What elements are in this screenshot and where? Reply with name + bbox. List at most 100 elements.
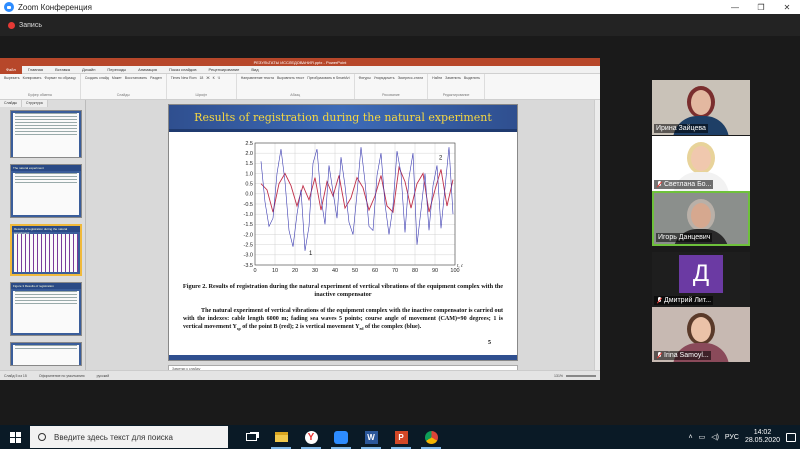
participant-name-text: Дмитрий Лит...: [664, 297, 712, 304]
maximize-button[interactable]: ❐: [748, 3, 774, 12]
file-explorer-taskbar-button[interactable]: [266, 425, 296, 449]
thumb-tab-outline[interactable]: Структура: [22, 100, 48, 107]
clock[interactable]: 14:02 28.05.2020: [745, 429, 780, 446]
ribbon-command[interactable]: Найти: [432, 76, 442, 80]
task-view-icon: [245, 433, 257, 441]
network-icon[interactable]: ▭: [699, 433, 706, 441]
mic-muted-icon: [656, 297, 662, 304]
ribbon-group-label: Абзац: [290, 93, 301, 97]
ribbon-command[interactable]: Ж: [206, 76, 209, 80]
ribbon-command[interactable]: Преобразовать в SmartArt: [307, 76, 349, 80]
x-tick-label: 70: [392, 268, 398, 274]
y-tick-label: 2.0: [245, 151, 253, 157]
ribbon-command[interactable]: Экспресс-стили: [398, 76, 424, 80]
ppt-ribbon: Вырезать Копировать Формат по образцу Буфер…: [0, 74, 600, 100]
participant-name: Дмитрий Лит...: [654, 296, 714, 305]
volume-icon[interactable]: ◁): [711, 433, 719, 441]
notifications-icon[interactable]: [786, 432, 796, 442]
zoom-taskbar-button[interactable]: [326, 425, 356, 449]
status-slide-count: Слайд 5 из 15: [4, 373, 27, 378]
ribbon-command[interactable]: Заменить: [445, 76, 461, 80]
participant-tile[interactable]: Д Дмитрий Лит...: [652, 252, 750, 307]
tray-chevron-icon[interactable]: ˄: [688, 434, 692, 441]
current-slide[interactable]: Results of registration during the natur…: [168, 104, 518, 361]
clock-date: 28.05.2020: [744, 437, 780, 444]
taskbar-search[interactable]: Введите здесь текст для поиска: [30, 426, 228, 448]
slide-thumbnail[interactable]: [10, 110, 82, 158]
ribbon-command[interactable]: Фигуры: [359, 76, 371, 80]
windows-logo-icon: [9, 431, 21, 443]
recording-label[interactable]: Запись: [19, 22, 42, 29]
ribbon-command[interactable]: 18: [199, 76, 203, 80]
file-explorer-icon: [274, 432, 288, 442]
y-tick-label: -0.5: [244, 202, 253, 208]
series-line: [260, 165, 454, 214]
y-tick-label: 0.5: [245, 181, 253, 187]
ribbon-command[interactable]: Создать слайд: [85, 76, 109, 80]
start-button[interactable]: [0, 425, 30, 449]
ribbon-command[interactable]: Копировать: [23, 76, 42, 80]
tab-file[interactable]: Файл: [0, 65, 22, 74]
ppt-statusbar: Слайд 5 из 15 Оформление по умолчанию ру…: [0, 370, 600, 380]
ppt-titlebar: РЕЗУЛЬТАТЫ ИССЛЕДОВАНИЯ.pptx - PowerPoin…: [0, 58, 600, 66]
slide-thumbnail[interactable]: [10, 342, 82, 366]
tab-animation[interactable]: Анимация: [132, 67, 163, 72]
participant-name-text: Светлана Бо...: [664, 181, 712, 188]
ribbon-command[interactable]: Формат по образцу: [44, 76, 75, 80]
ribbon-command[interactable]: Раздел: [150, 76, 162, 80]
ribbon-command[interactable]: Выделить: [464, 76, 480, 80]
tab-transitions[interactable]: Переходы: [101, 67, 132, 72]
ribbon-command[interactable]: Восстановить: [125, 76, 147, 80]
tab-slideshow[interactable]: Показ слайдов: [163, 67, 203, 72]
chrome-taskbar-button[interactable]: [416, 425, 446, 449]
ribbon-command[interactable]: Вырезать: [4, 76, 20, 80]
x-tick-label: 0: [253, 268, 256, 274]
tab-view[interactable]: Вид: [245, 67, 264, 72]
tab-design[interactable]: Дизайн: [76, 67, 101, 72]
slide-thumbnail-selected[interactable]: Results of registration during the natur…: [10, 224, 82, 276]
ribbon-command[interactable]: Направление текста: [241, 76, 274, 80]
zoom-slider[interactable]: [566, 374, 596, 377]
thumb-tab-slides[interactable]: Слайды: [0, 100, 23, 107]
zoom-window-titlebar: Zoom Конференция — ❐ ✕: [0, 0, 800, 14]
minimize-button[interactable]: —: [722, 3, 748, 12]
participant-video-face: [691, 203, 711, 228]
participant-video-face: [691, 146, 711, 171]
participant-video-face: [691, 317, 711, 342]
slide-heading: Results of registration during the natur…: [194, 110, 492, 124]
participant-tile[interactable]: Игорь Данцевич: [652, 191, 750, 246]
task-view-taskbar-button[interactable]: [236, 425, 266, 449]
input-language[interactable]: РУС: [725, 434, 739, 441]
ribbon-command[interactable]: Times New Rom: [171, 76, 197, 80]
tab-home[interactable]: Главная: [22, 67, 49, 72]
vertical-scrollbar[interactable]: [594, 100, 600, 370]
participant-tile[interactable]: Светлана Бо...: [652, 136, 750, 191]
curve-annotation: 1: [309, 251, 313, 257]
status-language: русский: [96, 373, 110, 378]
x-tick-label: 80: [412, 268, 418, 274]
participant-tile[interactable]: Ирина Зайцева: [652, 80, 750, 135]
x-tick-label: 40: [332, 268, 338, 274]
slide-thumbnail[interactable]: The natural experiment: [10, 164, 82, 218]
ribbon-command[interactable]: К: [213, 76, 215, 80]
close-button[interactable]: ✕: [774, 3, 800, 12]
powerpoint-taskbar-button[interactable]: P: [386, 425, 416, 449]
tab-review[interactable]: Рецензирование: [203, 67, 246, 72]
word-taskbar-button[interactable]: W: [356, 425, 386, 449]
ribbon-command[interactable]: Ч: [218, 76, 220, 80]
yandex-browser-taskbar-button[interactable]: Y: [296, 425, 326, 449]
yandex-browser-icon: Y: [304, 430, 318, 444]
ribbon-group-label: Буфер обмена: [28, 93, 52, 97]
tab-insert[interactable]: Вставка: [49, 67, 76, 72]
ppt-workspace: Слайды Структура The natural experiment …: [0, 100, 600, 375]
chrome-icon: [424, 430, 438, 444]
ribbon-command[interactable]: Упорядочить: [374, 76, 395, 80]
slide-thumbnail[interactable]: Figure 3 Results of registration: [10, 282, 82, 336]
ribbon-command[interactable]: Выровнять текст: [277, 76, 304, 80]
ribbon-command[interactable]: Макет: [112, 76, 122, 80]
slide-body-text: The natural experiment of vertical vibra…: [183, 308, 503, 332]
powerpoint-icon: P: [394, 430, 408, 444]
x-axis-label: t, c: [457, 264, 464, 269]
participant-tile[interactable]: Irina Samoyl...: [652, 307, 750, 362]
vibration-chart-svg: 0 10 20 30 40 50 60 70 80 90 1002.52.01.51.00.50.0…: [244, 141, 464, 274]
